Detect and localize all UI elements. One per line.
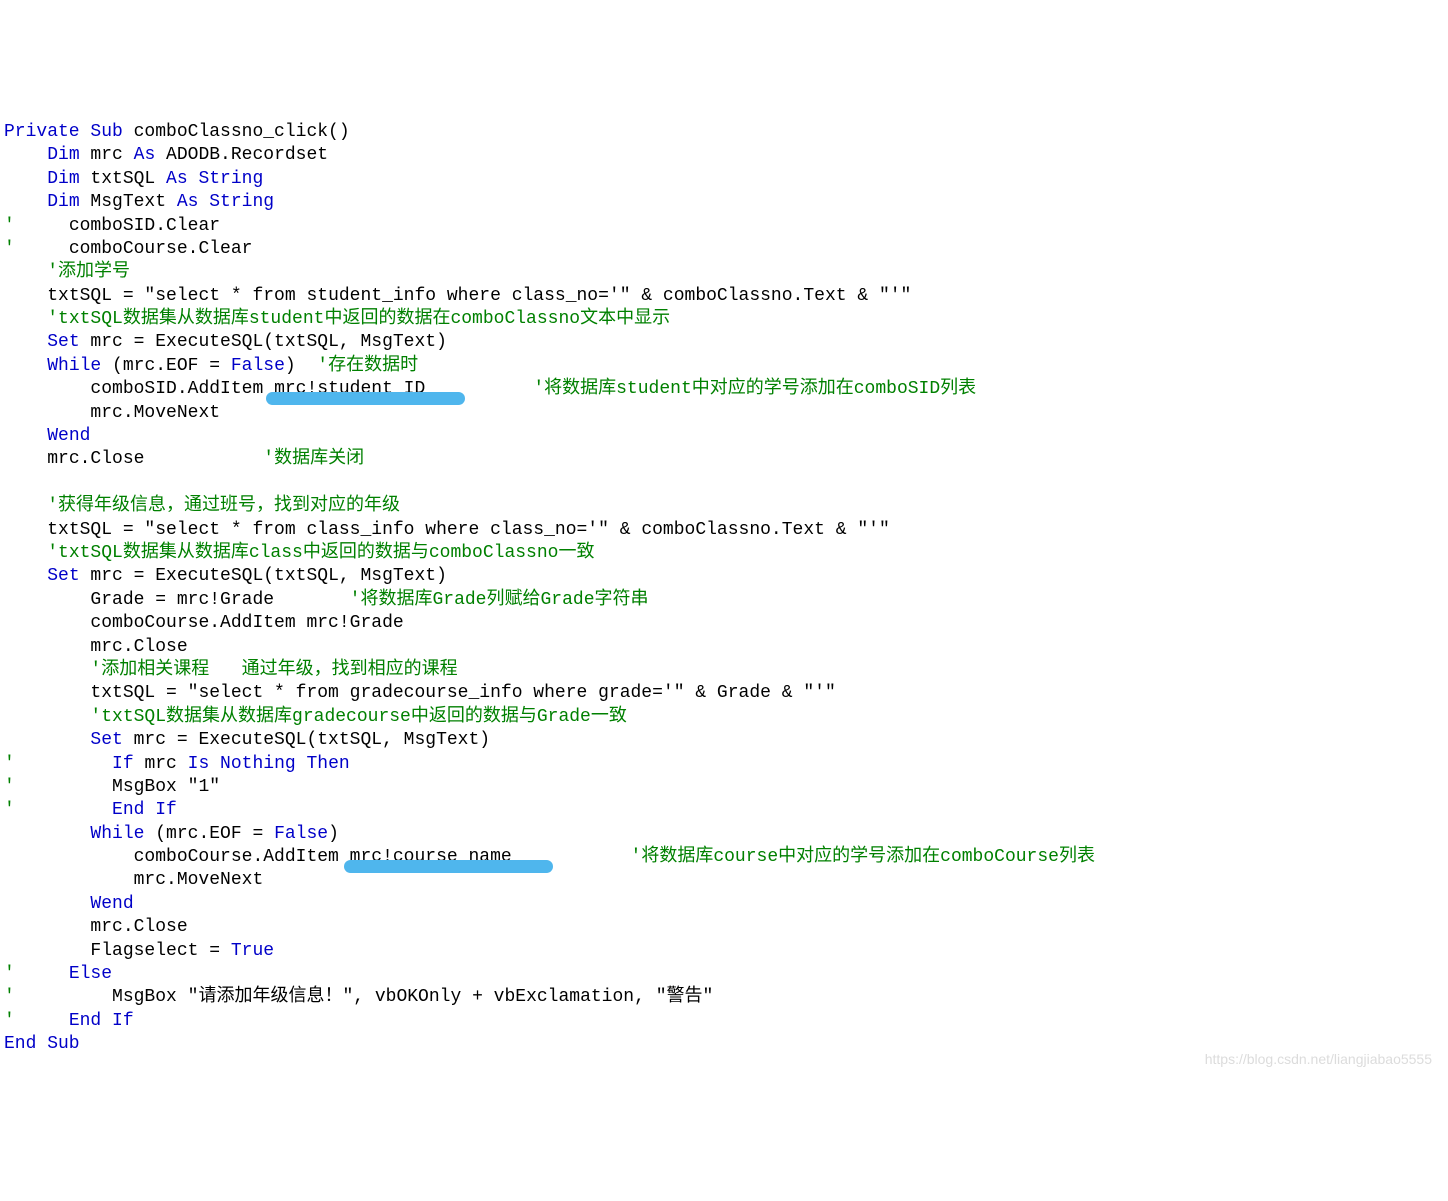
cmt: 'txtSQL数据集从数据库gradecourse中返回的数据与Grade一致 <box>90 707 626 727</box>
txt: comboCourse.Clear <box>15 239 253 259</box>
txt: comboClassno_click() <box>123 122 350 142</box>
cmt: '将数据库student中对应的学号添加在comboSID列表 <box>533 379 976 399</box>
kw: End If <box>112 800 177 820</box>
kw: While <box>47 356 101 376</box>
highlight-icon <box>344 860 553 873</box>
kw: False <box>274 824 328 844</box>
txt: mrc = ExecuteSQL(txtSQL, MsgText) <box>80 332 447 352</box>
kw: True <box>231 941 274 961</box>
txt: mrc = ExecuteSQL(txtSQL, MsgText) <box>80 566 447 586</box>
kw: End If <box>69 1011 134 1031</box>
cmt: 'txtSQL数据集从数据库student中返回的数据在comboClassno… <box>47 309 670 329</box>
hl: mrc!course_name <box>350 847 512 867</box>
txt: mrc.Close <box>90 917 187 937</box>
highlight-icon <box>266 392 465 405</box>
txt: txtSQL <box>80 169 166 189</box>
txt: mrc <box>134 754 188 774</box>
cmt: '将数据库Grade列赋给Grade字符串 <box>350 590 649 610</box>
kw: End Sub <box>4 1034 80 1054</box>
cmt: ' <box>4 987 15 1007</box>
cmt: '添加学号 <box>47 262 130 282</box>
kw: Dim <box>47 145 79 165</box>
txt: txtSQL = "select * from student_info whe… <box>47 286 911 306</box>
cmt: ' <box>4 216 15 236</box>
txt: mrc.Close <box>47 449 263 469</box>
cmt: '添加相关课程 通过年级，找到相应的课程 <box>90 660 457 680</box>
txt: MsgText <box>80 192 177 212</box>
txt: mrc.MoveNext <box>134 870 264 890</box>
txt: comboSID.AddItem <box>90 379 274 399</box>
kw: While <box>90 824 144 844</box>
kw: Private Sub <box>4 122 123 142</box>
kw: Is Nothing Then <box>188 754 350 774</box>
txt: mrc.MoveNext <box>90 403 220 423</box>
kw: Set <box>47 566 79 586</box>
cmt: 'txtSQL数据集从数据库class中返回的数据与comboClassno一致 <box>47 543 594 563</box>
txt: Flagselect = <box>90 941 230 961</box>
kw: As String <box>177 192 274 212</box>
txt: txtSQL = "select * from gradecourse_info… <box>90 683 835 703</box>
kw: False <box>231 356 285 376</box>
cmt: ' <box>4 1011 15 1031</box>
kw: Set <box>47 332 79 352</box>
kw: As String <box>166 169 263 189</box>
kw: Dim <box>47 169 79 189</box>
watermark: https://blog.csdn.net/liangjiabao5555 <box>1205 1050 1432 1068</box>
txt: ) <box>328 824 339 844</box>
txt: ) <box>285 356 317 376</box>
cmt: '存在数据时 <box>317 356 418 376</box>
kw: If <box>112 754 134 774</box>
cmt: '获得年级信息，通过班号，找到对应的年级 <box>47 496 400 516</box>
cmt: ' <box>4 964 15 984</box>
code-block: Private Sub comboClassno_click() Dim mrc… <box>4 98 1448 1080</box>
txt: comboCourse.AddItem <box>134 847 350 867</box>
cmt: ' <box>4 754 15 774</box>
txt: mrc <box>80 145 134 165</box>
txt: Grade = mrc!Grade <box>90 590 349 610</box>
txt: mrc = ExecuteSQL(txtSQL, MsgText) <box>123 730 490 750</box>
kw: Set <box>90 730 122 750</box>
cmt: ' <box>4 800 15 820</box>
kw: As <box>134 145 156 165</box>
kw: Wend <box>90 894 133 914</box>
txt: (mrc.EOF = <box>101 356 231 376</box>
cmt: ' <box>4 777 15 797</box>
txt: MsgBox "请添加年级信息！", vbOKOnly + vbExclamat… <box>112 987 713 1007</box>
txt: MsgBox "1" <box>112 777 220 797</box>
txt: comboSID.Clear <box>15 216 220 236</box>
cmt: ' <box>4 239 15 259</box>
kw: Dim <box>47 192 79 212</box>
txt: txtSQL = "select * from class_info where… <box>47 520 890 540</box>
kw: Else <box>69 964 112 984</box>
txt: mrc.Close <box>90 637 187 657</box>
kw: Wend <box>47 426 90 446</box>
txt: comboCourse.AddItem mrc!Grade <box>90 613 403 633</box>
cmt: '数据库关闭 <box>263 449 364 469</box>
hl: mrc!student_ID <box>274 379 425 399</box>
txt: ADODB.Recordset <box>155 145 328 165</box>
txt: (mrc.EOF = <box>144 824 274 844</box>
cmt: '将数据库course中对应的学号添加在comboCourse列表 <box>631 847 1095 867</box>
